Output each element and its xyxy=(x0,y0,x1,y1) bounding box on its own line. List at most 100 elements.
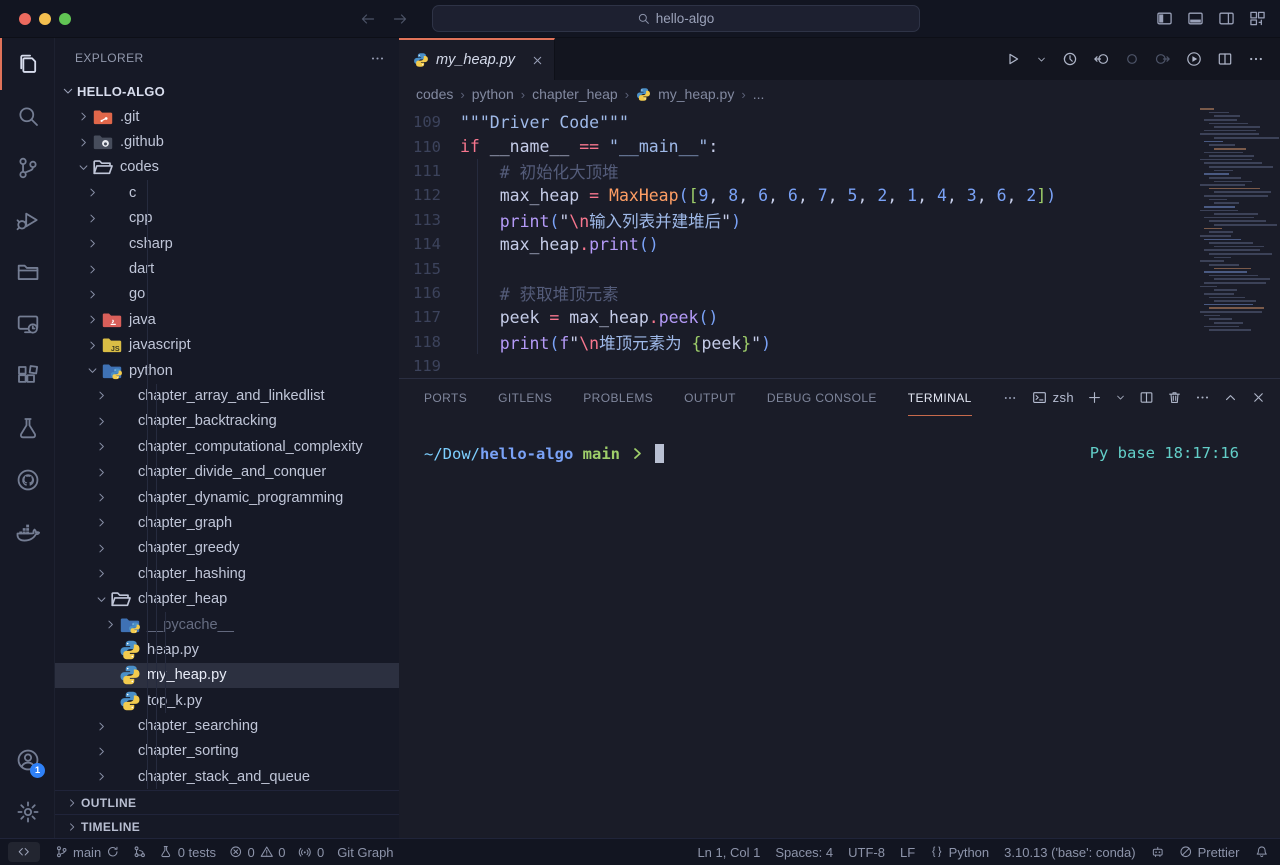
maximize-panel-icon[interactable] xyxy=(1223,390,1238,405)
panel-more-tabs-icon[interactable] xyxy=(1003,391,1017,405)
panel-tab-ports[interactable]: PORTS xyxy=(424,379,467,416)
split-terminal-icon[interactable] xyxy=(1139,390,1154,405)
zoom-window-button[interactable] xyxy=(59,13,71,25)
copilot[interactable] xyxy=(1151,845,1165,859)
activity-project-manager[interactable] xyxy=(0,246,54,298)
tree-item-dart[interactable]: dart xyxy=(55,256,399,281)
breadcrumb-item[interactable]: codes xyxy=(416,86,453,102)
activity-github[interactable] xyxy=(0,454,54,506)
toggle-primary-sidebar-icon[interactable] xyxy=(1156,10,1173,27)
tree-item-chapter-graph[interactable]: chapter_graph xyxy=(55,510,399,535)
close-tab-icon[interactable] xyxy=(531,54,544,67)
cursor-position[interactable]: Ln 1, Col 1 xyxy=(697,845,760,860)
activity-extensions[interactable] xyxy=(0,350,54,402)
tree-item-chapter-greedy[interactable]: chapter_greedy xyxy=(55,536,399,561)
tree-item-chapter-divide-and-conquer[interactable]: chapter_divide_and_conquer xyxy=(55,459,399,484)
explorer-more-actions-icon[interactable] xyxy=(370,51,385,66)
tree-item-chapter-hashing[interactable]: chapter_hashing xyxy=(55,561,399,586)
activity-source-control[interactable] xyxy=(0,142,54,194)
tree-item-chapter-stack-and-queue[interactable]: chapter_stack_and_queue xyxy=(55,764,399,789)
file-history-icon[interactable] xyxy=(1062,51,1078,67)
tree-item-chapter-dynamic-programming[interactable]: chapter_dynamic_programming xyxy=(55,485,399,510)
window-traffic-lights[interactable] xyxy=(19,13,71,25)
tree-item-top-k-py[interactable]: top_k.py xyxy=(55,688,399,713)
run-code-icon[interactable] xyxy=(1186,51,1202,67)
activity-settings[interactable] xyxy=(0,786,54,838)
open-changes-icon[interactable] xyxy=(1093,51,1109,67)
minimap[interactable] xyxy=(1200,108,1272,340)
problems[interactable]: 00 xyxy=(229,845,285,860)
terminal-dropdown-icon[interactable] xyxy=(1115,392,1126,403)
tree-item-java[interactable]: java xyxy=(55,307,399,332)
tree-item-chapter-sorting[interactable]: chapter_sorting xyxy=(55,739,399,764)
tree-item-csharp[interactable]: csharp xyxy=(55,231,399,256)
activity-remote-explorer[interactable] xyxy=(0,298,54,350)
activity-testing[interactable] xyxy=(0,402,54,454)
kill-terminal-icon[interactable] xyxy=(1167,390,1182,405)
activity-search[interactable] xyxy=(0,90,54,142)
tree-item-chapter-backtracking[interactable]: chapter_backtracking xyxy=(55,409,399,434)
panel-tab-gitlens[interactable]: GITLENS xyxy=(498,379,552,416)
tree-item-chapter-array-and-linkedlist[interactable]: chapter_array_and_linkedlist xyxy=(55,383,399,408)
ports[interactable]: 0 xyxy=(298,845,324,860)
section-outline[interactable]: OUTLINE xyxy=(55,790,399,814)
command-center-search[interactable]: hello-algo xyxy=(432,5,920,32)
tree-item-c[interactable]: c xyxy=(55,180,399,205)
minimize-window-button[interactable] xyxy=(39,13,51,25)
encoding[interactable]: UTF-8 xyxy=(848,845,885,860)
run-dropdown-icon[interactable] xyxy=(1036,54,1047,65)
panel-tab-output[interactable]: OUTPUT xyxy=(684,379,736,416)
shell-selector[interactable]: zsh xyxy=(1032,390,1074,405)
close-window-button[interactable] xyxy=(19,13,31,25)
split-editor-icon[interactable] xyxy=(1217,51,1233,67)
activity-explorer[interactable] xyxy=(0,38,54,90)
indentation[interactable]: Spaces: 4 xyxy=(775,845,833,860)
eol[interactable]: LF xyxy=(900,845,915,860)
breadcrumb-item[interactable]: chapter_heap xyxy=(532,86,618,102)
customize-layout-icon[interactable] xyxy=(1249,10,1266,27)
git-branch[interactable]: main xyxy=(55,845,120,860)
previous-change-icon[interactable] xyxy=(1124,51,1140,67)
code-editor[interactable]: 109"""Driver Code"""110if __name__ == "_… xyxy=(399,108,1280,378)
python-interpreter[interactable]: 3.10.13 ('base': conda) xyxy=(1004,845,1135,860)
more-panel-actions-icon[interactable] xyxy=(1195,390,1210,405)
navigate-back-icon[interactable] xyxy=(360,11,376,27)
close-panel-icon[interactable] xyxy=(1251,390,1266,405)
activity-accounts[interactable]: 1 xyxy=(0,734,54,786)
tests[interactable]: 0 tests xyxy=(159,845,216,860)
navigate-forward-icon[interactable] xyxy=(392,11,408,27)
tree-item-python[interactable]: python xyxy=(55,358,399,383)
more-actions-icon[interactable] xyxy=(1248,51,1264,67)
breadcrumb-item[interactable]: my_heap.py xyxy=(658,86,734,102)
tree-item-codes[interactable]: codes xyxy=(55,155,399,180)
language-mode[interactable]: Python xyxy=(930,845,989,860)
tree-item--github[interactable]: .github xyxy=(55,129,399,154)
activity-docker[interactable] xyxy=(0,506,54,558)
activity-run-and-debug[interactable] xyxy=(0,194,54,246)
tree-item-go[interactable]: go xyxy=(55,282,399,307)
tree-item--pycache-[interactable]: __pycache__ xyxy=(55,612,399,637)
tree-item-chapter-heap[interactable]: chapter_heap xyxy=(55,586,399,611)
remote-indicator[interactable] xyxy=(8,842,40,862)
tree-item-chapter-searching[interactable]: chapter_searching xyxy=(55,713,399,738)
toggle-panel-icon[interactable] xyxy=(1187,10,1204,27)
section-timeline[interactable]: TIMELINE xyxy=(55,814,399,838)
panel-tab-debug-console[interactable]: DEBUG CONSOLE xyxy=(767,379,877,416)
breadcrumb-item[interactable]: python xyxy=(472,86,514,102)
workspace-root-row[interactable]: HELLO-ALGO xyxy=(55,78,399,104)
panel-tab-problems[interactable]: PROBLEMS xyxy=(583,379,653,416)
tree-item--git[interactable]: .git xyxy=(55,104,399,129)
panel-tab-terminal[interactable]: TERMINAL xyxy=(908,379,972,416)
notifications[interactable] xyxy=(1255,845,1269,859)
run-python-file-icon[interactable] xyxy=(1005,51,1021,67)
tree-item-javascript[interactable]: JSjavascript xyxy=(55,333,399,358)
terminal[interactable]: ~/Dow/hello-algo main Py base 18:17:16 xyxy=(399,416,1280,838)
tree-item-my-heap-py[interactable]: my_heap.py xyxy=(55,663,399,688)
tab-my-heap[interactable]: my_heap.py xyxy=(399,38,555,80)
breadcrumb-item[interactable]: ... xyxy=(753,86,765,102)
tree-item-cpp[interactable]: cpp xyxy=(55,206,399,231)
next-change-icon[interactable] xyxy=(1155,51,1171,67)
git-graph-label[interactable]: Git Graph xyxy=(337,845,393,860)
tree-item-heap-py[interactable]: heap.py xyxy=(55,637,399,662)
new-terminal-icon[interactable] xyxy=(1087,390,1102,405)
